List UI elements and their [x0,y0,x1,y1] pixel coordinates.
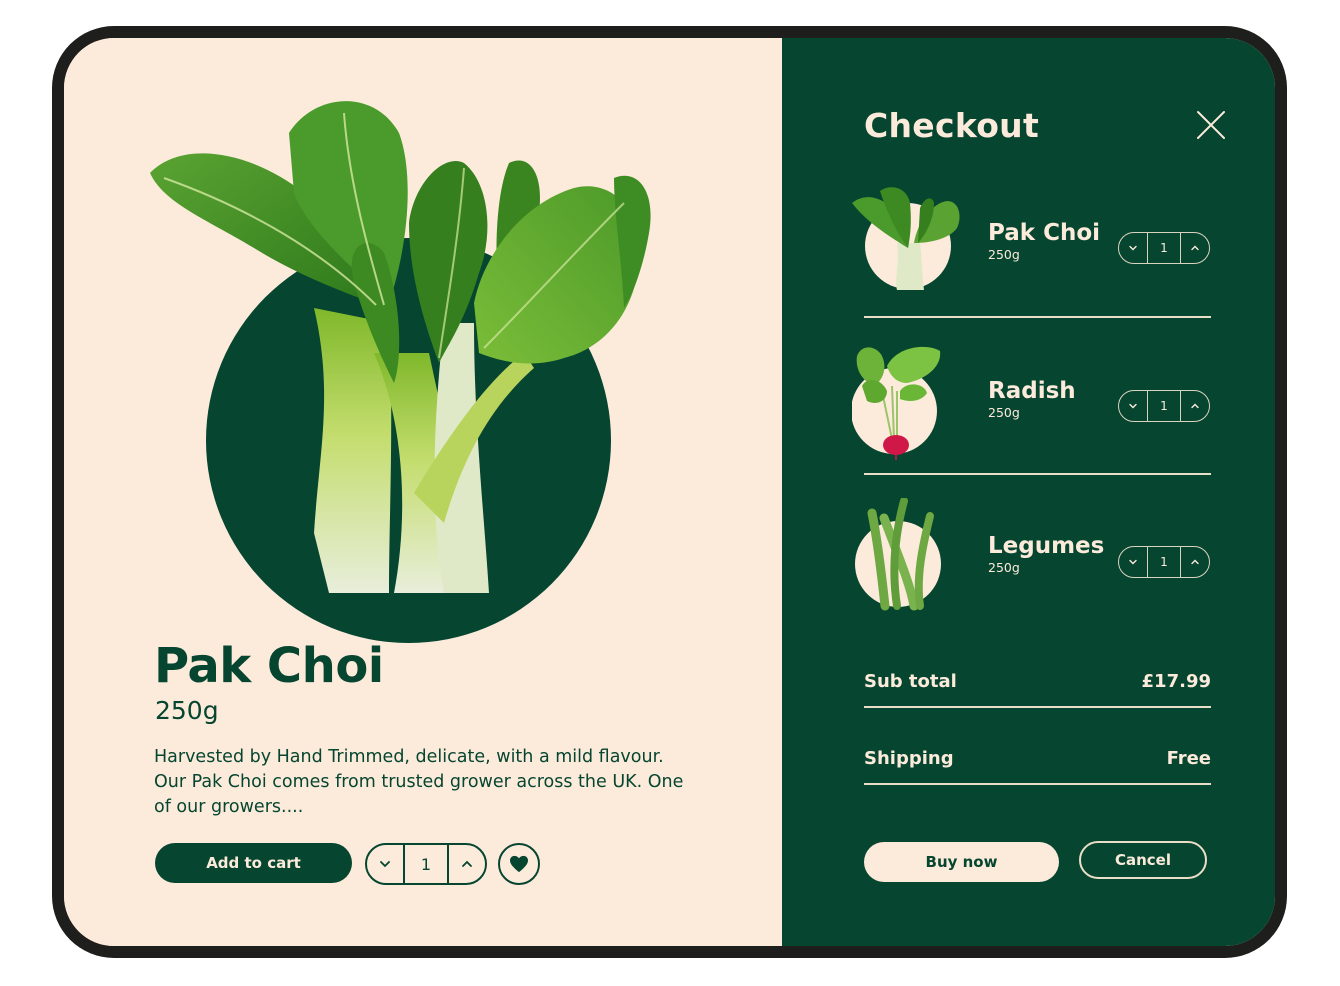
decrease-quantity-button[interactable] [1119,233,1147,263]
decrease-quantity-button[interactable] [1119,391,1147,421]
product-weight: 250g [155,696,219,725]
chevron-down-icon [1129,403,1137,409]
chevron-up-icon [1191,559,1199,565]
increase-quantity-button[interactable] [1181,233,1209,263]
shipping-label: Shipping [864,748,954,769]
subtotal-label: Sub total [864,671,957,692]
divider [864,473,1211,475]
chevron-up-icon [1191,403,1199,409]
increase-quantity-button[interactable] [449,845,485,883]
cart-item-weight: 250g [988,405,1020,420]
subtotal-row: Sub total £17.99 [864,670,1211,694]
checkout-title: Checkout [864,106,1040,145]
divider [864,316,1211,318]
quantity-value[interactable]: 1 [1147,233,1181,263]
heart-icon [510,855,528,873]
close-button[interactable] [1196,110,1226,140]
product-hero [144,93,684,643]
cart-item-weight: 250g [988,247,1020,262]
cart-item-stepper: 1 [1118,390,1210,422]
chevron-down-icon [1129,245,1137,251]
cart-item-name: Radish [988,378,1076,404]
cart-item-stepper: 1 [1118,232,1210,264]
cart-item: Legumes 250g 1 [852,498,1212,618]
quantity-value[interactable]: 1 [1147,391,1181,421]
increase-quantity-button[interactable] [1181,391,1209,421]
legumes-thumbnail [855,498,941,611]
chevron-down-icon [1129,559,1137,565]
cart-item: Pak Choi 250g 1 [852,183,1212,303]
cart-item-name: Legumes [988,533,1105,559]
cart-item-stepper: 1 [1118,546,1210,578]
buy-now-button[interactable]: Buy now [864,842,1059,882]
quantity-stepper: 1 [365,843,487,885]
close-icon [1197,111,1225,139]
product-description: Harvested by Hand Trimmed, delicate, wit… [154,747,684,817]
cart-item-weight: 250g [988,560,1020,575]
divider [864,783,1211,785]
pak-choi-thumbnail [852,187,960,290]
checkout-panel: Checkout Pak Choi 250g 1 Radish 250g 1 L… [782,38,1275,946]
favorite-button[interactable] [498,843,540,885]
radish-thumbnail [852,346,941,460]
product-detail-panel: Pak Choi 250g Harvested by Hand Trimmed,… [64,38,782,946]
cart-item-name: Pak Choi [988,220,1101,246]
screen: Pak Choi 250g Harvested by Hand Trimmed,… [64,38,1275,946]
decrease-quantity-button[interactable] [367,845,403,883]
chevron-up-icon [462,860,472,867]
subtotal-value: £17.99 [1141,671,1211,692]
shipping-row: Shipping Free [864,747,1211,771]
pak-choi-illustration [150,101,651,593]
divider [864,706,1211,708]
decrease-quantity-button[interactable] [1119,547,1147,577]
increase-quantity-button[interactable] [1181,547,1209,577]
quantity-value[interactable]: 1 [402,845,450,883]
cancel-button[interactable]: Cancel [1079,841,1207,879]
chevron-down-icon [380,861,390,868]
product-title: Pak Choi [154,638,384,694]
shipping-value: Free [1166,748,1211,769]
chevron-up-icon [1191,245,1199,251]
quantity-value[interactable]: 1 [1147,547,1181,577]
add-to-cart-button[interactable]: Add to cart [155,843,352,883]
cart-item: Radish 250g 1 [852,341,1212,461]
